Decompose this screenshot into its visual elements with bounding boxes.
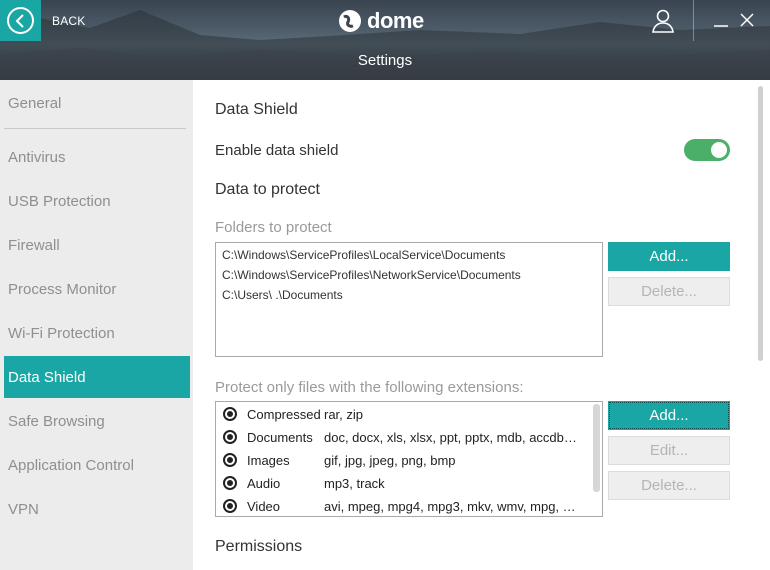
chevron-left-icon: [7, 7, 34, 34]
extension-name: Audio: [247, 476, 281, 491]
sidebar-item-firewall[interactable]: Firewall: [4, 224, 190, 266]
panda-logo-icon: [339, 10, 361, 32]
extension-name: Images: [247, 453, 290, 468]
enable-data-shield-toggle[interactable]: [684, 139, 730, 161]
extension-row-documents[interactable]: Documents doc, docx, xls, xlsx, ppt, ppt…: [216, 426, 588, 449]
list-item[interactable]: C:\Windows\ServiceProfiles\LocalService\…: [222, 248, 505, 262]
minimize-icon[interactable]: [712, 10, 730, 30]
add-folder-button[interactable]: Add...: [608, 242, 730, 271]
close-icon[interactable]: [738, 10, 756, 30]
title-bar: BACK dome Settings: [0, 0, 770, 80]
sidebar-item-wifi-protection[interactable]: Wi-Fi Protection: [4, 312, 190, 354]
back-label[interactable]: BACK: [52, 14, 85, 28]
list-item[interactable]: C:\Users\ .\Documents: [222, 288, 343, 302]
main-scrollbar[interactable]: [758, 86, 763, 361]
sidebar: General Antivirus USB Protection Firewal…: [0, 80, 193, 570]
extension-name: Video: [247, 499, 281, 514]
section-title: Data Shield: [215, 101, 298, 118]
extension-row-video[interactable]: Video avi, mpeg, mpg4, mpg3, mkv, wmv, m…: [216, 495, 588, 518]
extension-name: Compressed: [247, 407, 321, 422]
delete-folder-button[interactable]: Delete...: [608, 277, 730, 306]
extension-types: avi, mpeg, mpg4, mpg3, mkv, wmv, mpg, mp…: [324, 499, 580, 514]
toggle-knob: [711, 142, 727, 158]
logo: dome: [338, 6, 424, 36]
logo-text: dome: [367, 8, 424, 33]
sidebar-item-general[interactable]: General: [4, 82, 190, 124]
radio-button[interactable]: [223, 476, 237, 490]
settings-panel: Data Shield Enable data shield Data to p…: [193, 80, 770, 570]
data-to-protect-heading: Data to protect: [215, 181, 320, 198]
page-title: Settings: [357, 52, 413, 69]
edit-extension-button[interactable]: Edit...: [608, 436, 730, 465]
sidebar-item-antivirus[interactable]: Antivirus: [4, 136, 190, 178]
extensions-scrollbar[interactable]: [593, 404, 600, 492]
extension-row-audio[interactable]: Audio mp3, track: [216, 472, 588, 495]
extension-name: Documents: [247, 430, 313, 445]
sidebar-divider: [4, 128, 186, 129]
folders-label: Folders to protect: [215, 219, 332, 236]
sidebar-item-application-control[interactable]: Application Control: [4, 444, 190, 486]
extension-types: gif, jpg, jpeg, png, bmp: [324, 453, 456, 468]
delete-extension-button[interactable]: Delete...: [608, 471, 730, 500]
add-extension-button[interactable]: Add...: [608, 401, 730, 430]
radio-button[interactable]: [223, 430, 237, 444]
radio-button[interactable]: [223, 407, 237, 421]
radio-button[interactable]: [223, 499, 237, 513]
extensions-list[interactable]: Compressed rar, zip Documents doc, docx,…: [215, 401, 603, 517]
radio-button[interactable]: [223, 453, 237, 467]
extension-types: doc, docx, xls, xlsx, ppt, pptx, mdb, ac…: [324, 430, 580, 445]
back-button[interactable]: [0, 0, 41, 41]
extension-row-compressed[interactable]: Compressed rar, zip: [216, 403, 588, 426]
sidebar-item-data-shield[interactable]: Data Shield: [4, 356, 190, 398]
enable-label: Enable data shield: [215, 142, 339, 159]
sidebar-item-process-monitor[interactable]: Process Monitor: [4, 268, 190, 310]
folders-list[interactable]: C:\Windows\ServiceProfiles\LocalService\…: [215, 242, 603, 357]
sidebar-item-vpn[interactable]: VPN: [4, 488, 190, 530]
list-item[interactable]: C:\Windows\ServiceProfiles\NetworkServic…: [222, 268, 521, 282]
sidebar-item-usb-protection[interactable]: USB Protection: [4, 180, 190, 222]
user-icon[interactable]: [650, 8, 676, 34]
extensions-label: Protect only files with the following ex…: [215, 379, 524, 396]
permissions-heading: Permissions: [215, 538, 303, 555]
sidebar-item-safe-browsing[interactable]: Safe Browsing: [4, 400, 190, 442]
extension-types: rar, zip: [324, 407, 364, 422]
extension-types: mp3, track: [324, 476, 385, 491]
extension-row-images[interactable]: Images gif, jpg, jpeg, png, bmp: [216, 449, 588, 472]
header-divider: [693, 0, 694, 41]
